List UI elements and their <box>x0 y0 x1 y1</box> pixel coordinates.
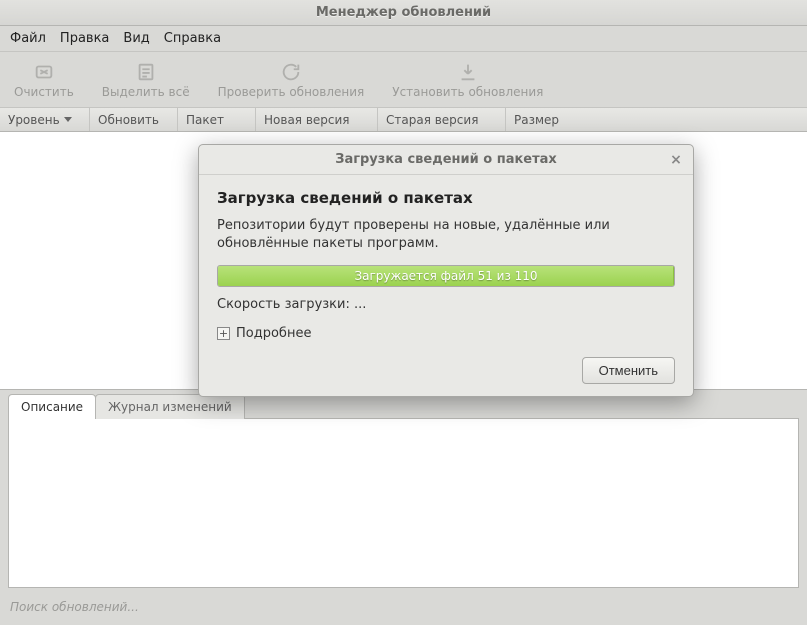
window-title: Менеджер обновлений <box>316 5 491 20</box>
details-expander[interactable]: + Подробнее <box>217 326 675 341</box>
close-icon: × <box>670 152 682 168</box>
menu-view[interactable]: Вид <box>123 31 149 46</box>
sort-indicator-icon <box>64 117 72 122</box>
menu-edit[interactable]: Правка <box>60 31 109 46</box>
dialog-close-button[interactable]: × <box>667 151 685 169</box>
col-level[interactable]: Уровень <box>0 108 90 131</box>
details-label: Подробнее <box>236 326 311 341</box>
cancel-button[interactable]: Отменить <box>582 357 675 384</box>
progress-label: Загружается файл 51 из 110 <box>218 266 674 286</box>
tabs-area: Описание Журнал изменений <box>0 390 807 596</box>
install-label: Установить обновления <box>392 85 543 99</box>
tab-content <box>8 418 799 588</box>
clear-button[interactable]: Очистить <box>14 61 74 99</box>
dialog-titlebar: Загрузка сведений о пакетах × <box>199 145 693 175</box>
progress-bar: Загружается файл 51 из 110 <box>217 265 675 287</box>
col-new-version[interactable]: Новая версия <box>256 108 378 131</box>
window-titlebar: Менеджер обновлений <box>0 0 807 26</box>
plus-icon: + <box>217 327 230 340</box>
download-speed: Скорость загрузки: ... <box>217 297 675 312</box>
refresh-icon <box>280 61 302 83</box>
clear-icon <box>33 61 55 83</box>
dialog-heading: Загрузка сведений о пакетах <box>217 189 675 207</box>
col-size[interactable]: Размер <box>506 108 807 131</box>
check-label: Проверить обновления <box>218 85 365 99</box>
statusbar: Поиск обновлений... <box>0 596 807 620</box>
dialog-message: Репозитории будут проверены на новые, уд… <box>217 217 675 253</box>
toolbar: Очистить Выделить всё Проверить обновлен… <box>0 52 807 108</box>
menu-help[interactable]: Справка <box>164 31 221 46</box>
status-text: Поиск обновлений... <box>10 600 139 614</box>
col-package[interactable]: Пакет <box>178 108 256 131</box>
col-old-version[interactable]: Старая версия <box>378 108 506 131</box>
select-all-label: Выделить всё <box>102 85 190 99</box>
menu-file[interactable]: Файл <box>10 31 46 46</box>
select-all-icon <box>135 61 157 83</box>
menubar: Файл Правка Вид Справка <box>0 26 807 52</box>
tab-description[interactable]: Описание <box>8 394 96 419</box>
download-dialog: Загрузка сведений о пакетах × Загрузка с… <box>198 144 694 397</box>
clear-label: Очистить <box>14 85 74 99</box>
tab-changelog[interactable]: Журнал изменений <box>95 394 245 419</box>
select-all-button[interactable]: Выделить всё <box>102 61 190 99</box>
col-update[interactable]: Обновить <box>90 108 178 131</box>
check-updates-button[interactable]: Проверить обновления <box>218 61 365 99</box>
install-icon <box>457 61 479 83</box>
install-updates-button[interactable]: Установить обновления <box>392 61 543 99</box>
column-headers: Уровень Обновить Пакет Новая версия Стар… <box>0 108 807 132</box>
dialog-title: Загрузка сведений о пакетах <box>335 152 557 167</box>
